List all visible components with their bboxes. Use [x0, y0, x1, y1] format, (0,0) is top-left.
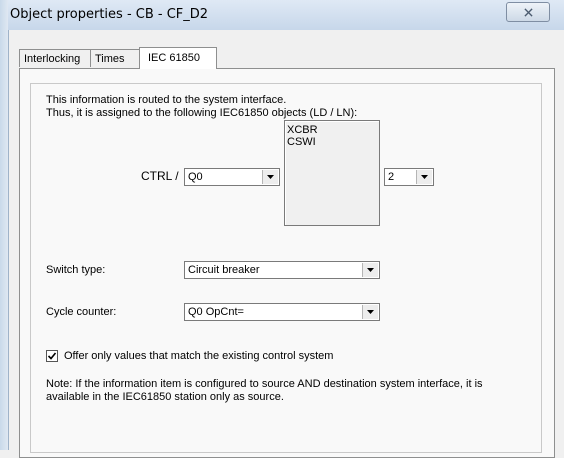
switch-type-select[interactable]: Circuit breaker	[184, 261, 380, 279]
ln-list-item[interactable]: XCBR	[287, 124, 318, 136]
instance-select[interactable]: 2	[384, 168, 434, 186]
tab-iec-61850[interactable]: IEC 61850	[139, 47, 217, 69]
offer-only-checkbox[interactable]	[46, 350, 58, 362]
tab-label: Times	[95, 53, 125, 65]
note-line1: Note: If the information item is configu…	[46, 378, 483, 390]
window-title: Object properties - CB - CF_D2	[10, 7, 209, 22]
close-icon	[523, 7, 533, 17]
tab-label: IEC 61850	[148, 52, 200, 64]
note-line2: available in the IEC61850 station only a…	[46, 391, 284, 403]
iec61850-tab-panel: This information is routed to the system…	[19, 68, 555, 458]
cycle-counter-value: Q0 OpCnt=	[188, 306, 244, 318]
info-text-line1: This information is routed to the system…	[46, 94, 287, 106]
switch-type-value: Circuit breaker	[188, 264, 260, 276]
window-frame-left	[0, 0, 9, 450]
tab-strip: Interlocking Times IEC 61850	[19, 47, 539, 69]
cycle-counter-select[interactable]: Q0 OpCnt=	[184, 303, 380, 321]
checkmark-icon	[47, 352, 57, 360]
dialog-client-area: Interlocking Times IEC 61850 This inform…	[9, 30, 564, 458]
instance-select-value: 2	[388, 171, 395, 183]
window-titlebar[interactable]: Object properties - CB - CF_D2	[8, 0, 564, 30]
chevron-down-icon[interactable]	[262, 170, 278, 184]
ln-list-item[interactable]: CSWI	[287, 136, 316, 148]
ld-select-value: Q0	[188, 171, 203, 183]
iec61850-group: This information is routed to the system…	[30, 83, 542, 453]
ld-select[interactable]: Q0	[184, 168, 280, 186]
chevron-down-icon[interactable]	[362, 263, 378, 277]
tab-interlocking[interactable]: Interlocking	[19, 49, 91, 67]
cycle-counter-label: Cycle counter:	[46, 306, 117, 318]
chevron-down-icon[interactable]	[416, 170, 432, 184]
chevron-down-icon[interactable]	[362, 305, 378, 319]
tab-times[interactable]: Times	[90, 49, 140, 67]
close-button[interactable]	[506, 2, 550, 22]
info-text-line2: Thus, it is assigned to the following IE…	[46, 107, 358, 119]
ctrl-label: CTRL /	[141, 169, 179, 183]
ln-listbox[interactable]: XCBR CSWI	[284, 120, 380, 226]
offer-only-label[interactable]: Offer only values that match the existin…	[64, 350, 333, 362]
switch-type-label: Switch type:	[46, 264, 106, 276]
tab-label: Interlocking	[24, 53, 81, 65]
